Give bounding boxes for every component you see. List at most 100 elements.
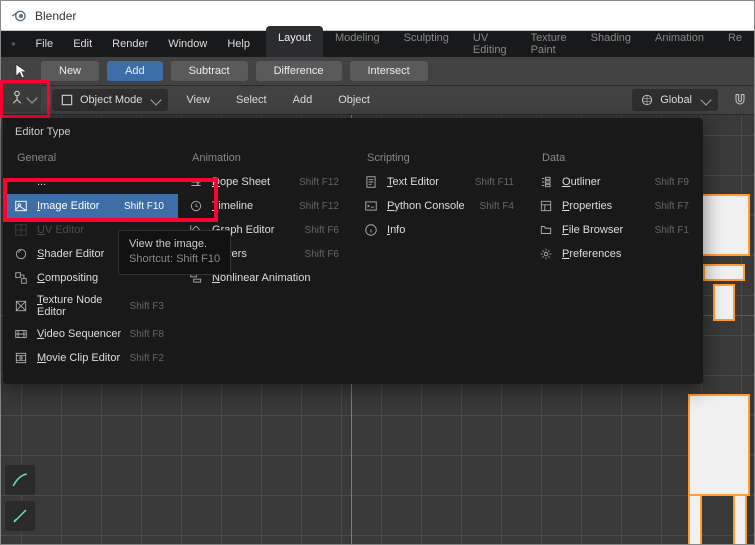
viewport-header: Object Mode View Select Add Object Globa…	[1, 85, 754, 115]
menu-render[interactable]: Render	[102, 33, 158, 55]
editor-item-label: Info	[387, 224, 506, 236]
blender-logo-icon	[11, 8, 27, 24]
menu-file[interactable]: File	[25, 33, 63, 55]
editor-item-dope[interactable]: Dope Sheet Shift F12	[178, 170, 353, 194]
mode-label: Object Mode	[80, 94, 142, 106]
editor-item-label: Texture Node Editor	[37, 294, 122, 318]
clip-icon	[13, 350, 29, 366]
tool-measure[interactable]	[5, 501, 35, 531]
dope-icon	[188, 174, 204, 190]
editor-item-py[interactable]: Python Console Shift F4	[353, 194, 528, 218]
tool-settings-bar: New Add Subtract Difference Intersect	[1, 57, 754, 85]
bool-new-button[interactable]: New	[41, 61, 99, 81]
out-icon	[538, 174, 554, 190]
editor-item-label: Outliner	[562, 176, 647, 188]
editor-item-label: Video Sequencer	[37, 328, 122, 340]
editor-menu-header: Editor Type	[3, 118, 703, 142]
editor-item-label: Dope Sheet	[212, 176, 291, 188]
bool-add-button[interactable]: Add	[107, 61, 163, 81]
editor-item-shortcut: Shift F8	[130, 329, 164, 340]
header-select[interactable]: Select	[228, 91, 275, 109]
editor-type-dropdown-button[interactable]	[3, 84, 41, 112]
editor-item-label: Movie Clip Editor	[37, 352, 122, 364]
menu-edit[interactable]: Edit	[63, 33, 102, 55]
object-mode-icon	[60, 93, 74, 107]
blender-app-icon	[11, 34, 15, 54]
chevron-down-icon	[26, 92, 37, 103]
header-add[interactable]: Add	[285, 91, 321, 109]
menu-help[interactable]: Help	[217, 33, 260, 55]
editor-item-shortcut: Shift F1	[655, 225, 689, 236]
image-icon	[13, 198, 29, 214]
editor-item-shortcut: Shift F4	[480, 201, 514, 212]
txt-icon	[363, 174, 379, 190]
left-tool-stack	[5, 465, 35, 531]
editor-item-label: Image Editor	[37, 200, 116, 212]
editor-column-title: Scripting	[353, 146, 528, 170]
editor-item-blank[interactable]: ...	[3, 170, 178, 194]
magnet-icon[interactable]	[732, 92, 748, 108]
globe-icon	[640, 93, 654, 107]
tooltip-line2: Shortcut: Shift F10	[129, 252, 220, 267]
time-icon	[188, 198, 204, 214]
editor-item-tex[interactable]: Texture Node Editor Shift F3	[3, 290, 178, 322]
uv-icon	[13, 222, 29, 238]
file-icon	[538, 222, 554, 238]
info-icon	[363, 222, 379, 238]
header-view[interactable]: View	[178, 91, 218, 109]
py-icon	[363, 198, 379, 214]
shader-icon	[13, 246, 29, 262]
chevron-down-icon	[700, 94, 711, 105]
editor-item-pref[interactable]: Preferences	[528, 242, 703, 266]
orientation-label: Global	[660, 94, 692, 106]
editor-item-label: Timeline	[212, 200, 291, 212]
bool-intersect-button[interactable]: Intersect	[350, 61, 428, 81]
window-title: Blender	[35, 9, 76, 23]
tooltip-line1: View the image.	[129, 237, 220, 252]
editor-column-title: General	[3, 146, 178, 170]
editor-item-video[interactable]: Video Sequencer Shift F8	[3, 322, 178, 346]
editor-item-label: File Browser	[562, 224, 647, 236]
editor-item-label: Properties	[562, 200, 647, 212]
editor-item-time[interactable]: Timeline Shift F12	[178, 194, 353, 218]
editor-item-shortcut: Shift F11	[475, 177, 514, 188]
select-cursor-icon[interactable]	[11, 60, 33, 82]
orientation-dropdown[interactable]: Global	[632, 89, 718, 111]
editor-item-shortcut: Shift F3	[130, 301, 164, 312]
editor-item-shortcut: Shift F10	[124, 201, 164, 212]
mode-dropdown[interactable]: Object Mode	[52, 89, 168, 111]
editor-item-image[interactable]: Image Editor Shift F10	[3, 194, 178, 218]
editor-column-title: Data	[528, 146, 703, 170]
editor-item-shortcut: Shift F12	[299, 177, 339, 188]
header-object[interactable]: Object	[330, 91, 378, 109]
bool-difference-button[interactable]: Difference	[256, 61, 342, 81]
tooltip: View the image. Shortcut: Shift F10	[118, 230, 231, 275]
editor-item-info[interactable]: Info	[353, 218, 528, 242]
tex-icon	[13, 298, 29, 314]
editor-item-shortcut: Shift F9	[655, 177, 689, 188]
editor-item-shortcut: Shift F12	[299, 201, 339, 212]
video-icon	[13, 326, 29, 342]
editor-item-txt[interactable]: Text Editor Shift F11	[353, 170, 528, 194]
editor-item-clip[interactable]: Movie Clip Editor Shift F2	[3, 346, 178, 370]
editor-column-title: Animation	[178, 146, 353, 170]
menu-window[interactable]: Window	[158, 33, 217, 55]
bool-subtract-button[interactable]: Subtract	[171, 61, 248, 81]
editor-item-label: Text Editor	[387, 176, 467, 188]
pref-icon	[538, 246, 554, 262]
editor-item-shortcut: Shift F6	[305, 249, 339, 260]
tool-annotate[interactable]	[5, 465, 35, 495]
editor-item-label: Preferences	[562, 248, 681, 260]
editor-item-label: Python Console	[387, 200, 472, 212]
editor-item-shortcut: Shift F2	[130, 353, 164, 364]
comp-icon	[13, 270, 29, 286]
editor-item-file[interactable]: File Browser Shift F1	[528, 218, 703, 242]
editor-item-shortcut: Shift F6	[305, 225, 339, 236]
top-menubar: File Edit Render Window Help Layout Mode…	[1, 31, 754, 57]
editor-item-label: ...	[37, 176, 156, 188]
prop-icon	[538, 198, 554, 214]
editor-item-out[interactable]: Outliner Shift F9	[528, 170, 703, 194]
editor-item-prop[interactable]: PropertiesShift F7	[528, 194, 703, 218]
blank-icon	[13, 174, 29, 190]
chevron-down-icon	[151, 94, 162, 105]
